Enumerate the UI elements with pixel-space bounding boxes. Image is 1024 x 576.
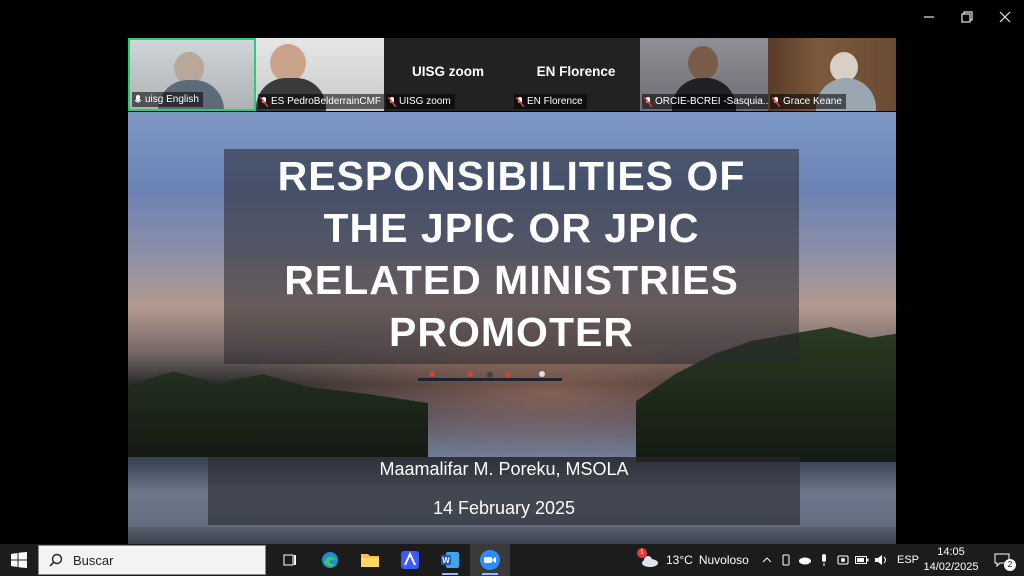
system-tray [760,544,888,576]
participant-tile[interactable]: Grace Keane [768,38,896,111]
close-icon [999,11,1011,23]
mic-muted-icon [516,96,524,107]
participant-name: EN Florence [527,96,583,107]
task-view-button[interactable] [270,544,310,576]
clock-time: 14:05 [937,546,965,558]
taskbar: Buscar W 1 13°C Nuvoloso ESP 14:05 14/02… [0,544,1024,576]
tray-app-icon[interactable] [836,553,850,567]
show-hidden-icons-button[interactable] [760,553,774,567]
participant-video [270,44,306,82]
restore-button[interactable] [948,0,986,34]
tray-app-icon[interactable] [779,553,793,567]
folder-icon [361,554,379,567]
word-icon: W [441,552,459,568]
slide-title-line: RESPONSIBILITIES OF [277,153,746,199]
participant-display-name: EN Florence [536,64,616,79]
phone-link-icon [782,554,790,566]
edge-browser-icon [322,552,338,568]
participant-name: uisg English [145,94,199,105]
participant-tile[interactable]: uisg English [128,38,256,111]
minimize-button[interactable] [910,0,948,34]
task-view-icon [283,554,296,566]
tray-app-icon[interactable] [798,553,812,567]
taskbar-search[interactable]: Buscar [38,545,266,575]
participant-name-tag: uisg English [132,92,203,107]
weather-temperature: 13°C [666,553,693,567]
running-indicator [482,573,498,575]
zoom-icon [480,550,500,570]
svg-text:W: W [442,556,450,565]
participant-name: Grace Keane [783,96,842,107]
canoe-image [418,371,562,381]
participant-strip: uisg English ES PedroBelderrainCMF UISG … [128,38,896,111]
shared-screen-slide: RESPONSIBILITIES OF THE JPIC OR JPIC REL… [128,112,896,544]
participant-name-tag: Grace Keane [770,94,846,109]
participant-video [688,46,718,80]
file-explorer-button[interactable] [350,544,390,576]
slide-background-forest [128,371,428,457]
slide-title-line: PROMOTER [389,309,634,355]
app-a-button[interactable] [390,544,430,576]
weather-condition: Nuvoloso [698,553,749,567]
notification-count: 2 [1004,559,1016,571]
windows-logo-icon [11,552,27,568]
mic-muted-icon [260,96,268,107]
close-button[interactable] [986,0,1024,34]
microphone-icon [822,554,826,566]
slide-title: RESPONSIBILITIES OF THE JPIC OR JPIC REL… [224,150,799,358]
tray-app-icon[interactable] [817,553,831,567]
weather-icon: 1 [637,548,660,568]
slide-title-line: RELATED MINISTRIES [284,257,739,303]
taskbar-clock[interactable]: 14:05 14/02/2025 [922,545,980,575]
word-button[interactable]: W [430,544,470,576]
running-indicator [442,573,458,575]
participant-tile[interactable]: UISG zoom UISG zoom [384,38,512,111]
search-icon [49,553,63,567]
notifications-button[interactable]: 2 [988,544,1016,576]
chevron-up-icon [762,557,772,563]
start-button[interactable] [0,544,38,576]
participant-name-tag: UISG zoom [386,94,455,109]
participant-name-tag: ORCIE-BCREI -Sasquia... [642,94,768,109]
mic-muted-icon [644,96,652,107]
restore-icon [961,11,973,23]
search-placeholder: Buscar [73,552,114,568]
mic-muted-icon [772,96,780,107]
participant-name: ORCIE-BCREI -Sasquia... [655,96,768,107]
clock-date: 14/02/2025 [923,561,979,573]
battery-icon [855,556,869,564]
volume-button[interactable] [874,553,888,567]
weather-alert-badge: 1 [637,548,647,558]
participant-name-tag: EN Florence [514,94,587,109]
participant-name: UISG zoom [399,96,451,107]
weather-widget[interactable]: 1 13°C Nuvoloso [637,544,749,576]
participant-tile[interactable]: ORCIE-BCREI -Sasquia... [640,38,768,111]
slide-date: 14 February 2025 [432,498,576,518]
zoom-button[interactable] [470,544,510,576]
edge-button[interactable] [310,544,350,576]
speaker-icon [875,555,886,565]
battery-button[interactable] [855,553,869,567]
notification-icon: 2 [994,552,1016,571]
camera-icon [837,555,849,565]
participant-tile[interactable]: ES PedroBelderrainCMF [256,38,384,111]
participant-name-tag: ES PedroBelderrainCMF [258,94,384,109]
participant-display-name: UISG zoom [411,64,484,79]
window-controls [910,0,1024,34]
participant-name: ES PedroBelderrainCMF [271,96,382,107]
slide-author: Maamalifar M. Poreku, MSOLA [379,459,629,479]
app-a-icon [401,551,419,569]
input-language[interactable]: ESP [897,544,919,576]
mic-muted-icon [388,96,396,107]
minimize-icon [924,16,934,18]
slide-title-line: THE JPIC OR JPIC [323,205,700,251]
microphone-icon [134,94,142,102]
cloud-icon [799,557,811,565]
participant-tile[interactable]: EN Florence EN Florence [512,38,640,111]
